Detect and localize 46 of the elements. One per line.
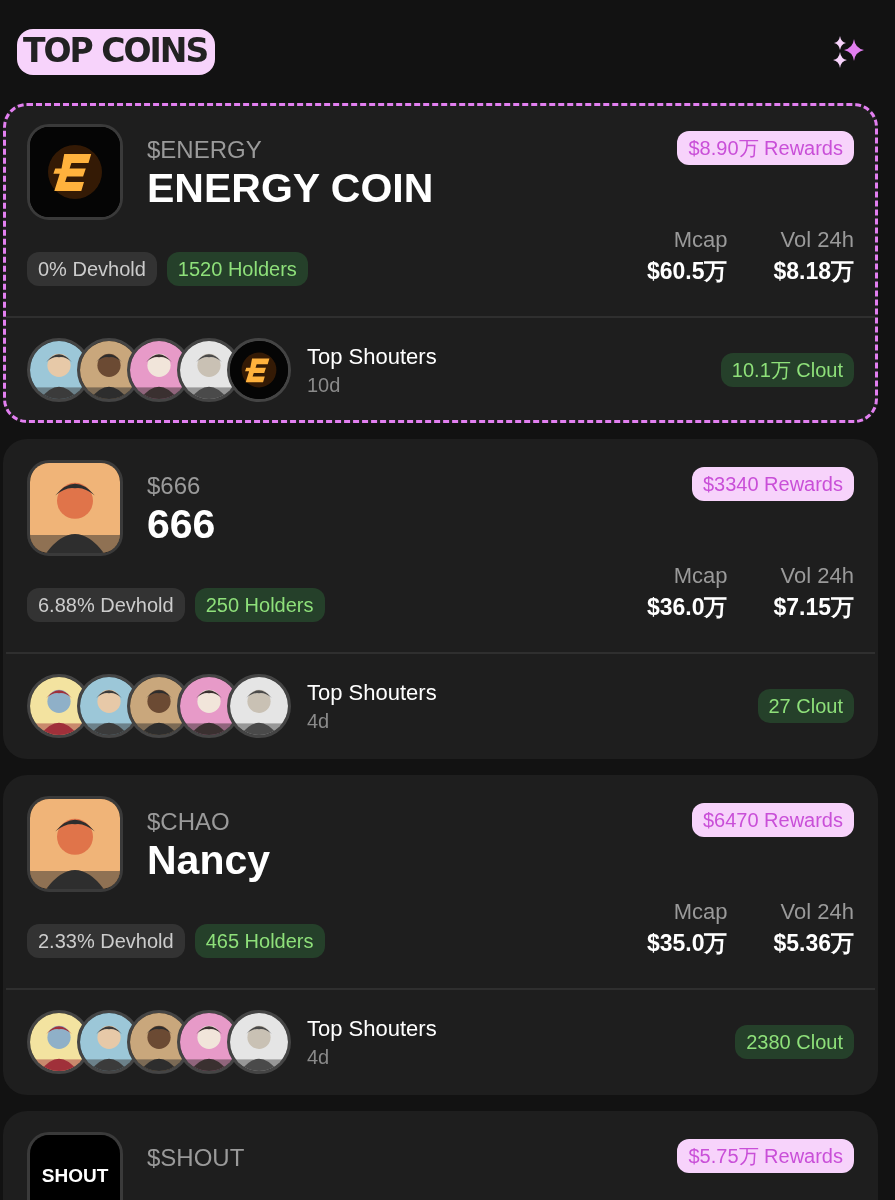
- devhold-badge: 2.33% Devhold: [27, 924, 185, 958]
- coin-name: 666: [147, 500, 216, 548]
- coin-ticker: $666: [147, 472, 202, 500]
- rewards-badge: $5.75万 Rewards: [677, 1139, 854, 1173]
- bolt-logo-icon: [230, 341, 288, 399]
- rewards-badge: $6470 Rewards: [691, 803, 854, 837]
- coin-ticker: $CHAO: [147, 808, 231, 836]
- coin-ticker: $SHOUT: [147, 1144, 245, 1172]
- coin-name: Nancy: [147, 836, 271, 884]
- holders-badge: 465 Holders: [194, 924, 325, 958]
- clout-badge: 27 Clout: [757, 689, 854, 723]
- devhold-badge: 0% Devhold: [27, 252, 157, 286]
- stat-label: Vol 24h: [780, 226, 854, 254]
- stat-label: Mcap: [673, 562, 728, 590]
- coin-ticker: $ENERGY: [147, 136, 263, 164]
- stat-value: $36.0万: [646, 593, 728, 622]
- stat-value: $8.18万: [773, 257, 854, 286]
- stat-value: $60.5万: [646, 257, 728, 286]
- stat-label: Vol 24h: [780, 562, 854, 590]
- page-title: TOP COINS: [17, 28, 216, 75]
- coin-card[interactable]: SHOUT $SHOUT $5.75万 Rewards: [3, 1111, 878, 1200]
- stat-label: Mcap: [673, 898, 728, 926]
- shouters-label: Top Shouters: [307, 343, 437, 371]
- coin-card[interactable]: $ENERGY ENERGY COIN $8.90万 Rewards 0% Devhold 1520 Holders Mcap $60.5万 Vol 24h $8.18万 Top Shouters 10d 10.1万 Clout: [3, 103, 878, 423]
- devhold-badge: 6.88% Devhold: [27, 588, 185, 622]
- age-label: 4d: [307, 1045, 331, 1070]
- shouters-label: Top Shouters: [307, 1015, 437, 1043]
- coin-logo: SHOUT: [27, 1132, 123, 1200]
- stat-label: Mcap: [673, 226, 728, 254]
- coin-card[interactable]: $CHAO Nancy $6470 Rewards 2.33% Devhold 465 Holders Mcap $35.0万 Vol 24h $5.36万 Top Shouters 4d 2380 Clout: [3, 775, 878, 1095]
- clout-badge: 2380 Clout: [735, 1025, 854, 1059]
- coin-card[interactable]: $666 666 $3340 Rewards 6.88% Devhold 250 Holders Mcap $36.0万 Vol 24h $7.15万 Top Shouters 4d 27 Clout: [3, 439, 878, 759]
- rewards-badge: $3340 Rewards: [691, 467, 854, 501]
- shouters-label: Top Shouters: [307, 679, 437, 707]
- stat-label: Vol 24h: [780, 898, 854, 926]
- stat-value: $7.15万: [773, 593, 854, 622]
- bolt-logo-icon: [30, 127, 120, 217]
- age-label: 4d: [307, 709, 331, 734]
- holders-badge: 1520 Holders: [166, 252, 308, 286]
- rewards-badge: $8.90万 Rewards: [677, 131, 854, 165]
- holders-badge: 250 Holders: [194, 588, 325, 622]
- coin-name: ENERGY COIN: [147, 164, 434, 212]
- stat-value: $35.0万: [646, 929, 728, 958]
- clout-badge: 10.1万 Clout: [720, 353, 854, 387]
- age-label: 10d: [307, 373, 342, 398]
- stat-value: $5.36万: [773, 929, 854, 958]
